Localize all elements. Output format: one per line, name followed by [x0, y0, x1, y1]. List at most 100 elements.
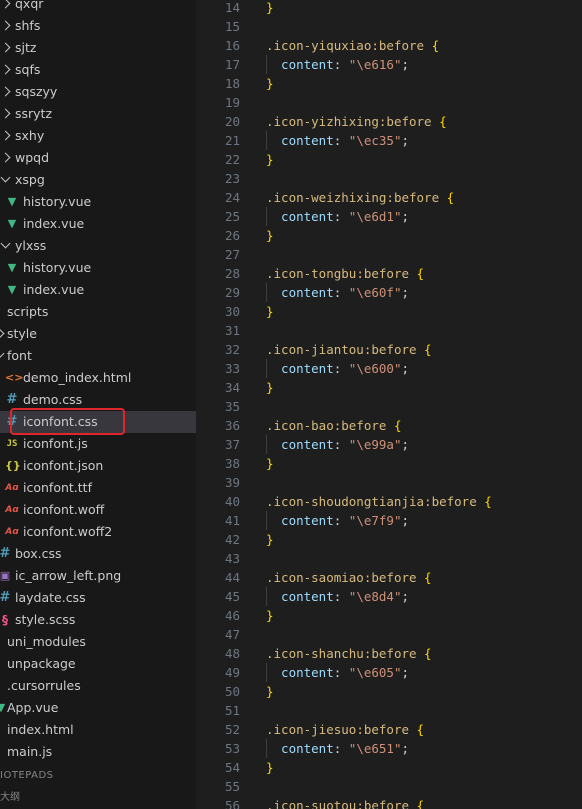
tree-file-index-vue[interactable]: ▼ index.vue: [0, 213, 196, 235]
code-line[interactable]: 18}: [196, 74, 582, 93]
code-line[interactable]: 43: [196, 549, 582, 568]
tree-folder-index-html[interactable]: index.html: [0, 719, 196, 741]
code-line[interactable]: 25 content: "\e6d1";: [196, 207, 582, 226]
code-line[interactable]: 38}: [196, 454, 582, 473]
tree-file-iconfont-json[interactable]: {} iconfont.json: [0, 455, 196, 477]
line-number: 52: [224, 722, 240, 737]
code-line[interactable]: 23: [196, 169, 582, 188]
code-line[interactable]: 47: [196, 625, 582, 644]
code-line[interactable]: 30}: [196, 302, 582, 321]
tree-folder-wpqd[interactable]: wpqd: [0, 147, 196, 169]
code-line[interactable]: 42}: [196, 530, 582, 549]
code-token-punc: :: [333, 209, 349, 224]
tree-folder-sqszyy[interactable]: sqszyy: [0, 81, 196, 103]
code-line[interactable]: 22}: [196, 150, 582, 169]
code-editor[interactable]: 14} 15 16 .icon-yiquxiao:before {17 content…: [196, 0, 582, 809]
code-line[interactable]: 14}: [196, 0, 582, 17]
code-text: content: "\e6d1";: [266, 207, 409, 226]
tree-file-iconfont-ttf[interactable]: Aɑ iconfont.ttf: [0, 477, 196, 499]
code-line[interactable]: 46}: [196, 606, 582, 625]
tree-file-app-vue[interactable]: ▼ App.vue: [0, 697, 196, 719]
code-line[interactable]: 45 content: "\e8d4";: [196, 587, 582, 606]
code-text: }: [266, 150, 274, 169]
code-line[interactable]: 29 content: "\e60f";: [196, 283, 582, 302]
line-number: 36: [224, 418, 240, 433]
code-line[interactable]: 34}: [196, 378, 582, 397]
outline-section-header[interactable]: 大纲: [0, 788, 20, 808]
code-line[interactable]: 37 content: "\e99a";: [196, 435, 582, 454]
tree-folder-uni-modules[interactable]: uni_modules: [0, 631, 196, 653]
tree-file-iconfont-js[interactable]: JS iconfont.js: [0, 433, 196, 455]
tree-folder-sxhy[interactable]: sxhy: [0, 125, 196, 147]
indent-guide: [266, 435, 267, 454]
line-number: 21: [224, 133, 240, 148]
line-number: 32: [224, 342, 240, 357]
tree-file-box-css[interactable]: # box.css: [0, 543, 196, 565]
tree-file-ic-arrow-left-png[interactable]: ▣ ic_arrow_left.png: [0, 565, 196, 587]
tree-file-index-vue[interactable]: ▼ index.vue: [0, 279, 196, 301]
code-line[interactable]: 20 .icon-yizhixing:before {: [196, 112, 582, 131]
code-line[interactable]: 52 .icon-jiesuo:before {: [196, 720, 582, 739]
code-line[interactable]: 15: [196, 17, 582, 36]
tree-folder-sjtz[interactable]: sjtz: [0, 37, 196, 59]
vue-file-icon: ▼: [7, 283, 17, 296]
line-number: 40: [224, 494, 240, 509]
tree-folder-style[interactable]: style: [0, 323, 196, 345]
code-line[interactable]: 24 .icon-weizhixing:before {: [196, 188, 582, 207]
code-line[interactable]: 17 content: "\e616";: [196, 55, 582, 74]
tree-folder-sqfs[interactable]: sqfs: [0, 59, 196, 81]
tree-file-history-vue[interactable]: ▼ history.vue: [0, 191, 196, 213]
tree-folder-qxqr[interactable]: qxqr: [0, 0, 196, 15]
tree-folder-main-js[interactable]: main.js: [0, 741, 196, 763]
code-line[interactable]: 55: [196, 777, 582, 796]
tree-file-style-scss[interactable]: § style.scss: [0, 609, 196, 631]
code-line[interactable]: 16 .icon-yiquxiao:before {: [196, 36, 582, 55]
tree-folder-xspg[interactable]: xspg: [0, 169, 196, 191]
tree-folder-font[interactable]: font: [0, 345, 196, 367]
code-line[interactable]: 50}: [196, 682, 582, 701]
code-line[interactable]: 49 content: "\e605";: [196, 663, 582, 682]
code-line[interactable]: 51: [196, 701, 582, 720]
code-line[interactable]: 54}: [196, 758, 582, 777]
tree-file-iconfont-woff[interactable]: Aɑ iconfont.woff: [0, 499, 196, 521]
tree-folder--cursorrules[interactable]: .cursorrules: [0, 675, 196, 697]
code-line[interactable]: 28 .icon-tongbu:before {: [196, 264, 582, 283]
tree-file-laydate-css[interactable]: # laydate.css: [0, 587, 196, 609]
indent-guide: [266, 739, 267, 758]
code-line[interactable]: 56 .icon-suotou:before {: [196, 796, 582, 809]
code-line[interactable]: 36 .icon-bao:before {: [196, 416, 582, 435]
code-token-punc: :: [333, 741, 349, 756]
tree-file-demo-index-html[interactable]: <> demo_index.html: [0, 367, 196, 389]
tree-item-label: laydate.css: [15, 590, 86, 605]
tree-file-iconfont-woff2[interactable]: Aɑ iconfont.woff2: [0, 521, 196, 543]
code-token-prop: content: [266, 285, 334, 300]
code-token-brace: {: [409, 798, 425, 809]
tree-folder-unpackage[interactable]: unpackage: [0, 653, 196, 675]
code-line[interactable]: 27: [196, 245, 582, 264]
tree-item-label: ylxss: [15, 238, 47, 253]
code-line[interactable]: 26}: [196, 226, 582, 245]
code-token-sel: .icon-bao: [266, 418, 334, 433]
code-line[interactable]: 35: [196, 397, 582, 416]
code-line[interactable]: 44 .icon-saomiao:before {: [196, 568, 582, 587]
tree-folder-scripts[interactable]: scripts: [0, 301, 196, 323]
code-line[interactable]: 31: [196, 321, 582, 340]
code-line[interactable]: 53 content: "\e651";: [196, 739, 582, 758]
line-number: 31: [224, 323, 240, 338]
code-line[interactable]: 33 content: "\e600";: [196, 359, 582, 378]
code-line[interactable]: 32 .icon-jiantou:before {: [196, 340, 582, 359]
code-line[interactable]: 40 .icon-shoudongtianjia:before {: [196, 492, 582, 511]
code-line[interactable]: 41 content: "\e7f9";: [196, 511, 582, 530]
notepads-section-header[interactable]: IOTEPADS: [0, 766, 54, 786]
code-line[interactable]: 21 content: "\ec35";: [196, 131, 582, 150]
tree-folder-ylxss[interactable]: ylxss: [0, 235, 196, 257]
tree-file-history-vue[interactable]: ▼ history.vue: [0, 257, 196, 279]
code-line[interactable]: 19: [196, 93, 582, 112]
code-text: content: "\e600";: [266, 359, 409, 378]
tree-folder-ssrytz[interactable]: ssrytz: [0, 103, 196, 125]
tree-folder-shfs[interactable]: shfs: [0, 15, 196, 37]
code-text: content: "\e7f9";: [266, 511, 409, 530]
code-line[interactable]: 39: [196, 473, 582, 492]
code-line[interactable]: 48 .icon-shanchu:before {: [196, 644, 582, 663]
code-token-str: "\e600": [348, 361, 402, 376]
